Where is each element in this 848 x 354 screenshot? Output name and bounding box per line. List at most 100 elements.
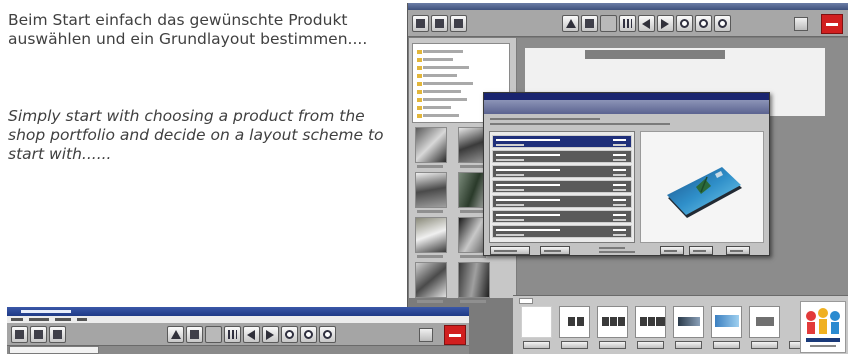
grid-icon[interactable] <box>619 15 636 32</box>
zoom-in-icon[interactable] <box>281 326 298 343</box>
title-bar <box>408 3 848 10</box>
layout-option[interactable] <box>597 306 628 338</box>
dialog-title-bar <box>484 93 769 100</box>
layout-option[interactable] <box>559 306 590 338</box>
price-info <box>599 247 625 249</box>
arrow-right-icon[interactable] <box>262 326 279 343</box>
image-icon[interactable] <box>186 326 203 343</box>
open-icon[interactable] <box>431 15 448 32</box>
folder-icon <box>417 90 422 94</box>
layout-option-button[interactable] <box>523 341 550 349</box>
layout-option-button[interactable] <box>675 341 702 349</box>
pointer-icon[interactable] <box>562 15 579 32</box>
folder-icon <box>417 58 422 62</box>
open-icon[interactable] <box>30 326 47 343</box>
menu-item[interactable] <box>11 318 23 321</box>
thumbnail-caption <box>460 300 486 303</box>
arrow-right-icon[interactable] <box>657 15 674 32</box>
layout-option-button[interactable] <box>599 341 626 349</box>
app-window-secondary <box>7 307 469 354</box>
folder-icon <box>417 74 422 78</box>
finish-button[interactable] <box>726 246 750 255</box>
product-list-item[interactable] <box>492 195 632 208</box>
folder-icon <box>417 114 422 118</box>
layout-option[interactable] <box>635 306 666 338</box>
zoom-fit-icon[interactable] <box>319 326 336 343</box>
layout-option-button[interactable] <box>561 341 588 349</box>
cancel-button[interactable] <box>660 246 684 255</box>
tree-item[interactable] <box>423 50 463 53</box>
home-icon[interactable] <box>412 15 429 32</box>
product-list[interactable] <box>489 131 635 243</box>
dialog-header <box>484 100 769 114</box>
tree-item[interactable] <box>423 58 453 61</box>
tree-item[interactable] <box>423 114 459 117</box>
secondary-title-bar <box>7 307 469 316</box>
brand-logo-icon <box>444 325 466 345</box>
layout-option[interactable] <box>521 306 552 338</box>
info-button[interactable] <box>540 246 570 255</box>
panel-tab[interactable] <box>9 346 99 354</box>
tree-item[interactable] <box>423 82 473 85</box>
photo-thumbnail[interactable] <box>415 127 447 163</box>
tree-item[interactable] <box>423 98 467 101</box>
zoom-fit-icon[interactable] <box>714 15 731 32</box>
tree-item[interactable] <box>423 106 451 109</box>
photo-thumbnail[interactable] <box>415 262 447 298</box>
back-button[interactable] <box>490 246 530 255</box>
layout-tab[interactable] <box>519 298 533 304</box>
home-icon[interactable] <box>11 326 28 343</box>
folder-icon <box>417 66 422 70</box>
product-selection-dialog <box>483 92 770 256</box>
tree-item[interactable] <box>423 90 461 93</box>
layout-option-button[interactable] <box>637 341 664 349</box>
dialog-instruction <box>490 118 600 120</box>
grid-icon[interactable] <box>224 326 241 343</box>
next-button[interactable] <box>689 246 713 255</box>
layout-option-button[interactable] <box>751 341 778 349</box>
intro-text-german: Beim Start einfach das gewünschte Produk… <box>8 11 368 48</box>
zoom-out-icon[interactable] <box>695 15 712 32</box>
tree-item[interactable] <box>423 66 469 69</box>
zoom-out-icon[interactable] <box>300 326 317 343</box>
arrow-left-icon[interactable] <box>638 15 655 32</box>
thumbnail-caption <box>417 210 443 213</box>
image-icon[interactable] <box>581 15 598 32</box>
layout-option[interactable] <box>673 306 704 338</box>
main-toolbar <box>408 10 848 37</box>
product-list-item[interactable] <box>492 225 632 238</box>
product-list-item[interactable] <box>492 180 632 193</box>
product-preview <box>640 131 764 243</box>
tree-item[interactable] <box>423 74 457 77</box>
arrow-left-icon[interactable] <box>243 326 260 343</box>
layout-option[interactable] <box>749 306 780 338</box>
photo-thumbnail[interactable] <box>415 172 447 208</box>
menu-item[interactable] <box>29 318 49 321</box>
save-icon[interactable] <box>49 326 66 343</box>
app-window-main <box>407 3 848 354</box>
product-list-item[interactable] <box>492 165 632 178</box>
layout-option[interactable] <box>711 306 742 338</box>
shop-logo <box>800 301 846 353</box>
shop-logo-icon <box>806 308 840 347</box>
dialog-instruction <box>490 123 670 125</box>
zoom-in-icon[interactable] <box>676 15 693 32</box>
product-list-item[interactable] <box>492 135 632 148</box>
photo-thumbnail[interactable] <box>458 262 490 298</box>
text-icon[interactable] <box>600 15 617 32</box>
product-list-item[interactable] <box>492 150 632 163</box>
layout-strip <box>513 295 848 354</box>
text-icon[interactable] <box>205 326 222 343</box>
cart-icon[interactable] <box>794 17 808 31</box>
save-icon[interactable] <box>450 15 467 32</box>
thumbnail-caption <box>417 255 443 258</box>
photo-thumbnail[interactable] <box>415 217 447 253</box>
product-list-item[interactable] <box>492 210 632 223</box>
layout-option-button[interactable] <box>713 341 740 349</box>
menu-item[interactable] <box>55 318 71 321</box>
cart-icon[interactable] <box>419 328 433 342</box>
pointer-icon[interactable] <box>167 326 184 343</box>
product-card-image <box>667 167 742 218</box>
intro-text-english: Simply start with choosing a product fro… <box>8 107 384 163</box>
menu-item[interactable] <box>77 318 87 321</box>
